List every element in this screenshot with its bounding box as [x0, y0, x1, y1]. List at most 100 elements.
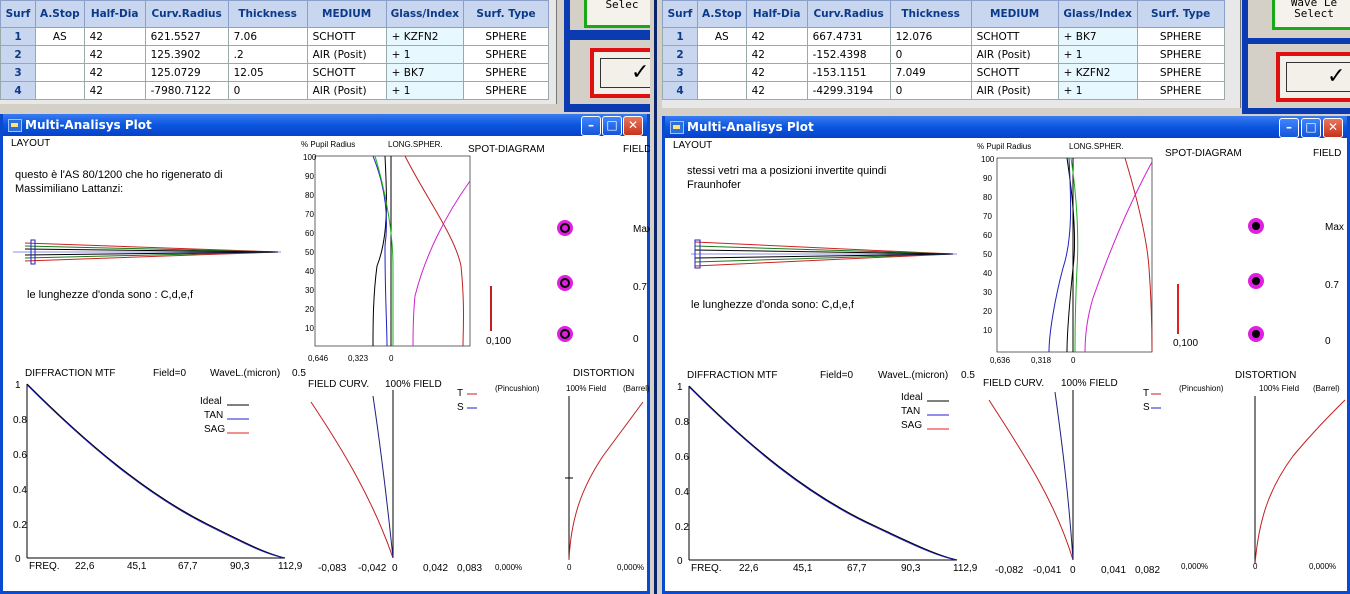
wave-select-button[interactable]: Selec [584, 0, 660, 28]
cell-halfdia[interactable]: 42 [83, 45, 146, 64]
col-header-surf[interactable]: Surf [0, 0, 36, 28]
multi-analysis-window-right[interactable]: Multi-Analisys Plot – □ ✕ LAYOUT stessi … [662, 116, 1350, 594]
col-header-astop[interactable]: A.Stop [697, 0, 747, 28]
cell-astop[interactable]: AS [697, 27, 747, 46]
close-button[interactable]: ✕ [1323, 118, 1343, 138]
cell-radius[interactable]: -7980.7122 [144, 81, 229, 100]
cell-glass[interactable]: + BK7 [1057, 27, 1138, 46]
col-header-astop[interactable]: A.Stop [35, 0, 85, 28]
window-titlebar[interactable]: Multi-Analisys Plot – □ ✕ [665, 116, 1347, 138]
cell-halfdia[interactable]: 42 [745, 27, 808, 46]
cell-medium[interactable]: SCHOTT [970, 63, 1059, 82]
window-titlebar[interactable]: Multi-Analisys Plot – □ ✕ [3, 114, 647, 136]
cell-glass[interactable]: + 1 [385, 45, 465, 64]
table-row[interactable]: 3 42 -153.1151 7.049 SCHOTT + KZFN2 SPHE… [662, 63, 1225, 82]
cell-thickness[interactable]: 0 [227, 81, 308, 100]
cell-medium[interactable]: SCHOTT [970, 27, 1059, 46]
table-header-row: Surf A.Stop Half-Dia Curv.Radius Thickne… [0, 0, 550, 28]
cell-glass[interactable]: + KZFN2 [1057, 63, 1138, 82]
col-header-surf-type[interactable]: Surf. Type [1136, 0, 1225, 28]
col-header-glass[interactable]: Glass/Index [385, 0, 465, 28]
col-header-surf-type[interactable]: Surf. Type [463, 0, 550, 28]
wave-select-button[interactable]: Wave Le Select [1272, 0, 1350, 30]
col-header-curv-radius[interactable]: Curv.Radius [806, 0, 891, 28]
cell-surf-type[interactable]: SPHERE [1136, 45, 1225, 64]
table-row[interactable]: 2 42 -152.4398 0 AIR (Posit) + 1 SPHERE [662, 45, 1225, 64]
table-row[interactable]: 4 42 -4299.3194 0 AIR (Posit) + 1 SPHERE [662, 81, 1225, 100]
cell-thickness[interactable]: 12.05 [227, 63, 308, 82]
cell-halfdia[interactable]: 42 [83, 81, 146, 100]
cell-surf-type[interactable]: SPHERE [463, 45, 550, 64]
field-curv-plot [988, 390, 1161, 561]
cell-astop[interactable] [35, 45, 85, 64]
cell-medium[interactable]: AIR (Posit) [970, 81, 1059, 100]
cell-glass[interactable]: + BK7 [385, 63, 465, 82]
cell-surf-type[interactable]: SPHERE [463, 27, 550, 46]
cell-radius[interactable]: -4299.3194 [806, 81, 891, 100]
col-header-glass[interactable]: Glass/Index [1057, 0, 1138, 28]
cell-surf-type[interactable]: SPHERE [463, 63, 550, 82]
table-row[interactable]: 3 42 125.0729 12.05 SCHOTT + BK7 SPHERE [0, 63, 550, 82]
cell-thickness[interactable]: 12.076 [889, 27, 972, 46]
table-row[interactable]: 1 AS 42 667.4731 12.076 SCHOTT + BK7 SPH… [662, 27, 1225, 46]
col-header-halfdia[interactable]: Half-Dia [83, 0, 146, 28]
cell-halfdia[interactable]: 42 [83, 27, 146, 46]
col-header-halfdia[interactable]: Half-Dia [745, 0, 808, 28]
table-row[interactable]: 1 AS 42 621.5527 7.06 SCHOTT + KZFN2 SPH… [0, 27, 550, 46]
cell-thickness[interactable]: 7.049 [889, 63, 972, 82]
cell-astop[interactable] [35, 81, 85, 100]
cell-halfdia[interactable]: 42 [745, 81, 808, 100]
cell-radius[interactable]: 125.0729 [144, 63, 229, 82]
confirm-button[interactable]: ✓ [590, 48, 690, 98]
cell-astop[interactable] [697, 81, 747, 100]
minimize-button[interactable]: – [581, 116, 601, 136]
cell-glass[interactable]: + 1 [1057, 81, 1138, 100]
col-header-curv-radius[interactable]: Curv.Radius [144, 0, 229, 28]
cell-halfdia[interactable]: 42 [745, 45, 808, 64]
lens-data-table-left[interactable]: Surf A.Stop Half-Dia Curv.Radius Thickne… [0, 0, 557, 104]
confirm-button[interactable]: ✓ [1276, 52, 1350, 102]
cell-thickness[interactable]: 0 [889, 45, 972, 64]
cell-astop[interactable] [697, 45, 747, 64]
pupil-radius-label: % Pupil Radius [301, 140, 356, 149]
cell-glass[interactable]: + 1 [385, 81, 465, 100]
maximize-button[interactable]: □ [1301, 118, 1321, 138]
multi-analysis-window-left[interactable]: Multi-Analisys Plot – □ ✕ LAYOUT questo … [0, 114, 652, 594]
cell-radius[interactable]: -153.1151 [806, 63, 891, 82]
cell-halfdia[interactable]: 42 [745, 63, 808, 82]
cell-thickness[interactable]: 7.06 [227, 27, 308, 46]
lens-data-table-right[interactable]: Surf A.Stop Half-Dia Curv.Radius Thickne… [662, 0, 1241, 108]
table-row[interactable]: 4 42 -7980.7122 0 AIR (Posit) + 1 SPHERE [0, 81, 550, 100]
cell-astop[interactable]: AS [35, 27, 85, 46]
cell-radius[interactable]: 125.3902 [144, 45, 229, 64]
cell-medium[interactable]: AIR (Posit) [306, 81, 387, 100]
cell-medium[interactable]: SCHOTT [306, 63, 387, 82]
cell-astop[interactable] [697, 63, 747, 82]
maximize-button[interactable]: □ [602, 116, 622, 136]
cell-astop[interactable] [35, 63, 85, 82]
col-header-surf[interactable]: Surf [662, 0, 698, 28]
cell-thickness[interactable]: .2 [227, 45, 308, 64]
cell-surf-type[interactable]: SPHERE [1136, 63, 1225, 82]
cell-radius[interactable]: 667.4731 [806, 27, 891, 46]
cell-surf-type[interactable]: SPHERE [1136, 81, 1225, 100]
cell-radius[interactable]: 621.5527 [144, 27, 229, 46]
col-header-medium[interactable]: MEDIUM [306, 0, 387, 28]
mtf-field: Field=0 [153, 368, 187, 379]
cell-glass[interactable]: + KZFN2 [385, 27, 465, 46]
minimize-button[interactable]: – [1279, 118, 1299, 138]
cell-surf-type[interactable]: SPHERE [463, 81, 550, 100]
col-header-thickness[interactable]: Thickness [227, 0, 308, 28]
cell-surf-type[interactable]: SPHERE [1136, 27, 1225, 46]
cell-thickness[interactable]: 0 [889, 81, 972, 100]
cell-medium[interactable]: AIR (Posit) [970, 45, 1059, 64]
cell-halfdia[interactable]: 42 [83, 63, 146, 82]
cell-radius[interactable]: -152.4398 [806, 45, 891, 64]
close-button[interactable]: ✕ [623, 116, 643, 136]
cell-medium[interactable]: AIR (Posit) [306, 45, 387, 64]
table-row[interactable]: 2 42 125.3902 .2 AIR (Posit) + 1 SPHERE [0, 45, 550, 64]
col-header-thickness[interactable]: Thickness [889, 0, 972, 28]
col-header-medium[interactable]: MEDIUM [970, 0, 1059, 28]
cell-medium[interactable]: SCHOTT [306, 27, 387, 46]
cell-glass[interactable]: + 1 [1057, 45, 1138, 64]
